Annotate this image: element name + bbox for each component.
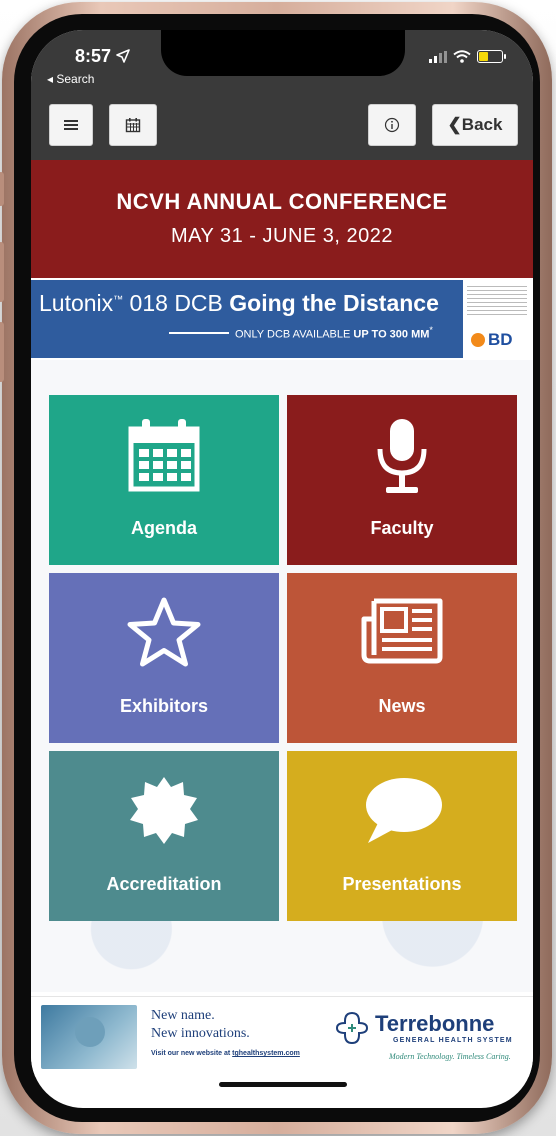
newspaper-icon	[361, 598, 443, 664]
calendar-button[interactable]	[109, 104, 157, 146]
tile-accreditation-label: Accreditation	[106, 874, 222, 894]
tile-news[interactable]: News	[287, 573, 517, 743]
mute-switch	[0, 172, 4, 206]
battery-icon	[477, 50, 506, 63]
home-indicator[interactable]	[219, 1082, 347, 1087]
badge-icon	[130, 777, 198, 844]
app-screen: 8:57 ◂ Search ❮Back NCVH ANNUAL CONFEREN…	[31, 30, 533, 1108]
info-icon	[384, 117, 400, 133]
nurse-photo	[41, 1005, 137, 1069]
tile-presentations[interactable]: Presentations	[287, 751, 517, 921]
sponsor-banner-bottom[interactable]: New name. New innovations. Visit our new…	[31, 996, 533, 1077]
volume-down-button	[0, 322, 4, 382]
sponsor-tagline: New name. New innovations.	[151, 1008, 250, 1041]
tile-agenda-label: Agenda	[130, 518, 197, 538]
tile-exhibitors-label: Exhibitors	[119, 696, 208, 716]
tile-presentations-label: Presentations	[342, 874, 462, 894]
terrebonne-subtitle: GENERAL HEALTH SYSTEM	[393, 1037, 513, 1044]
status-time: 8:57	[75, 46, 130, 67]
terrebonne-tagline: Modern Technology. Timeless Caring.	[389, 1052, 511, 1061]
status-time-text: 8:57	[75, 46, 112, 66]
back-to-search-link[interactable]: ◂ Search	[47, 72, 94, 86]
speech-bubble-icon	[366, 778, 442, 843]
catheter-graphic	[169, 331, 229, 334]
menu-grid: Agenda Faculty Exhibitors News Accredita…	[31, 360, 533, 992]
tile-faculty-label: Faculty	[370, 518, 434, 538]
cellular-signal-icon	[429, 50, 447, 63]
sponsor-logo-panel: BD	[463, 280, 533, 358]
back-button-label: ❮Back	[447, 115, 503, 134]
camera-notch	[161, 30, 405, 76]
tile-faculty[interactable]: Faculty	[287, 395, 517, 565]
sponsor-banner-text: Lutonix™ 018 DCB Going the Distance ONLY…	[31, 280, 463, 358]
bd-sun-icon	[471, 333, 485, 347]
volume-up-button	[0, 242, 4, 302]
info-button[interactable]	[368, 104, 416, 146]
sponsor-url-text: Visit our new website at tghealthsystem.…	[151, 1050, 300, 1057]
tile-news-label: News	[378, 696, 426, 716]
sponsor-headline: Lutonix™ 018 DCB Going the Distance	[39, 290, 439, 316]
tile-agenda[interactable]: Agenda	[49, 395, 279, 565]
conference-title: NCVH ANNUAL CONFERENCE	[116, 189, 448, 214]
bd-logo: BD	[471, 330, 513, 350]
microphone-icon	[377, 419, 427, 493]
terrebonne-brand: Terrebonne	[375, 1011, 495, 1036]
conference-header: NCVH ANNUAL CONFERENCE MAY 31 - JUNE 3, …	[31, 160, 533, 278]
wifi-icon	[453, 50, 471, 63]
tile-accreditation[interactable]: Accreditation	[49, 751, 279, 921]
menu-button[interactable]	[49, 104, 93, 146]
calendar-icon	[128, 419, 200, 492]
sponsor-banner-top[interactable]: Lutonix™ 018 DCB Going the Distance ONLY…	[31, 280, 533, 358]
sponsor-subline: ONLY DCB AVAILABLE UP TO 300 MM*	[39, 325, 463, 341]
conference-dates: MAY 31 - JUNE 3, 2022	[170, 225, 394, 247]
status-indicators	[429, 50, 506, 63]
fine-print-block	[467, 286, 527, 316]
calendar-icon	[125, 118, 141, 133]
top-bar: 8:57 ◂ Search ❮Back	[31, 30, 533, 160]
hamburger-icon	[64, 120, 78, 130]
back-button[interactable]: ❮Back	[432, 104, 518, 146]
star-icon	[127, 597, 201, 667]
terrebonne-logo-icon	[335, 1011, 369, 1045]
tile-exhibitors[interactable]: Exhibitors	[49, 573, 279, 743]
location-arrow-icon	[116, 49, 130, 63]
